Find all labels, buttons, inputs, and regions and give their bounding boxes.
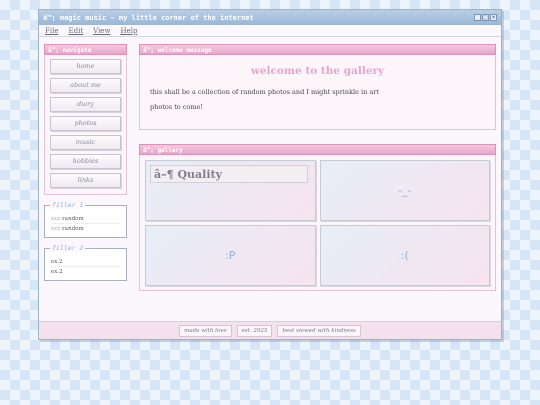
close-button[interactable]: × <box>490 14 497 21</box>
filler-2-box: filler 2 ex.2 ex.2 <box>44 244 127 281</box>
filler-1-row: xxx:random <box>51 224 120 234</box>
maximize-button[interactable]: □ <box>482 14 489 21</box>
filler-row-value: random <box>62 226 84 232</box>
menu-file[interactable]: File <box>45 27 58 35</box>
nav-hobbies[interactable]: hobbies <box>50 154 121 169</box>
filler-2-row: ex.2 <box>51 269 63 275</box>
filler-row-key: xxx: <box>51 226 63 232</box>
footer: made with love est. 2025 best viewed wit… <box>39 321 501 339</box>
gallery-tile-label: :( <box>400 249 409 262</box>
welcome-line-2: photos to come! <box>150 103 203 111</box>
filler-1-row: xxx:random <box>51 214 120 224</box>
gallery-panel: â–¶ Quality -_- :P :( <box>139 155 496 291</box>
menu-bar: File Edit View Help <box>39 25 501 37</box>
nav-music[interactable]: music <box>50 135 121 150</box>
window-controls: _ □ × <box>474 14 497 21</box>
gallery-tile[interactable]: â–¶ Quality <box>145 160 316 221</box>
nav-box: home about me diary photos music hobbies… <box>44 55 127 195</box>
app-window: â™¡ magic music ~ my little corner of th… <box>38 9 502 340</box>
filler-1-title: filler 1 <box>50 201 86 209</box>
menu-edit[interactable]: Edit <box>68 27 83 35</box>
menu-view[interactable]: View <box>93 27 110 35</box>
filler-1-box: filler 1 xxx:random xxx:random <box>44 201 127 238</box>
nav-header: â™¡ navigate <box>44 44 127 55</box>
gallery-tile[interactable]: :P <box>145 225 316 286</box>
main-column: â™¡ welcome message welcome to the galle… <box>139 44 496 291</box>
welcome-line-1: this shall be a collection of random pho… <box>150 88 379 96</box>
title-bar[interactable]: â™¡ magic music ~ my little corner of th… <box>39 10 501 25</box>
nav-links[interactable]: links <box>50 173 121 188</box>
nav-photos[interactable]: photos <box>50 116 121 131</box>
filler-row-key: xxx: <box>51 216 63 222</box>
nav-about-me[interactable]: about me <box>50 78 121 93</box>
nav-home[interactable]: home <box>50 59 121 74</box>
nav-diary[interactable]: diary <box>50 97 121 112</box>
footer-badge-est: est. 2025 <box>236 324 273 337</box>
gallery-tile[interactable]: -_- <box>319 160 490 221</box>
gallery-tile-label: :P <box>225 249 236 262</box>
filler-row-value: random <box>62 216 84 222</box>
window-title: â™¡ magic music ~ my little corner of th… <box>43 13 254 22</box>
footer-badge-kindness: best viewed with kindness <box>277 324 361 337</box>
gallery-tile-label: -_- <box>398 184 412 197</box>
welcome-panel: welcome to the gallery this shall be a c… <box>139 55 496 130</box>
minimize-button[interactable]: _ <box>474 14 481 21</box>
quality-button[interactable]: â–¶ Quality <box>150 165 308 183</box>
footer-badge-love: made with love <box>179 324 232 337</box>
filler-2-row: ex.2 <box>51 257 120 267</box>
welcome-title: welcome to the gallery <box>250 65 385 77</box>
gallery-header: â™¡ gallery <box>139 144 496 155</box>
content-area: â™¡ navigate home about me diary photos … <box>39 39 501 321</box>
menu-help[interactable]: Help <box>120 27 137 35</box>
gallery-tile[interactable]: :( <box>319 225 490 286</box>
filler-2-title: filler 2 <box>50 244 86 252</box>
welcome-header: â™¡ welcome message <box>139 44 496 55</box>
sidebar: â™¡ navigate home about me diary photos … <box>44 44 127 281</box>
